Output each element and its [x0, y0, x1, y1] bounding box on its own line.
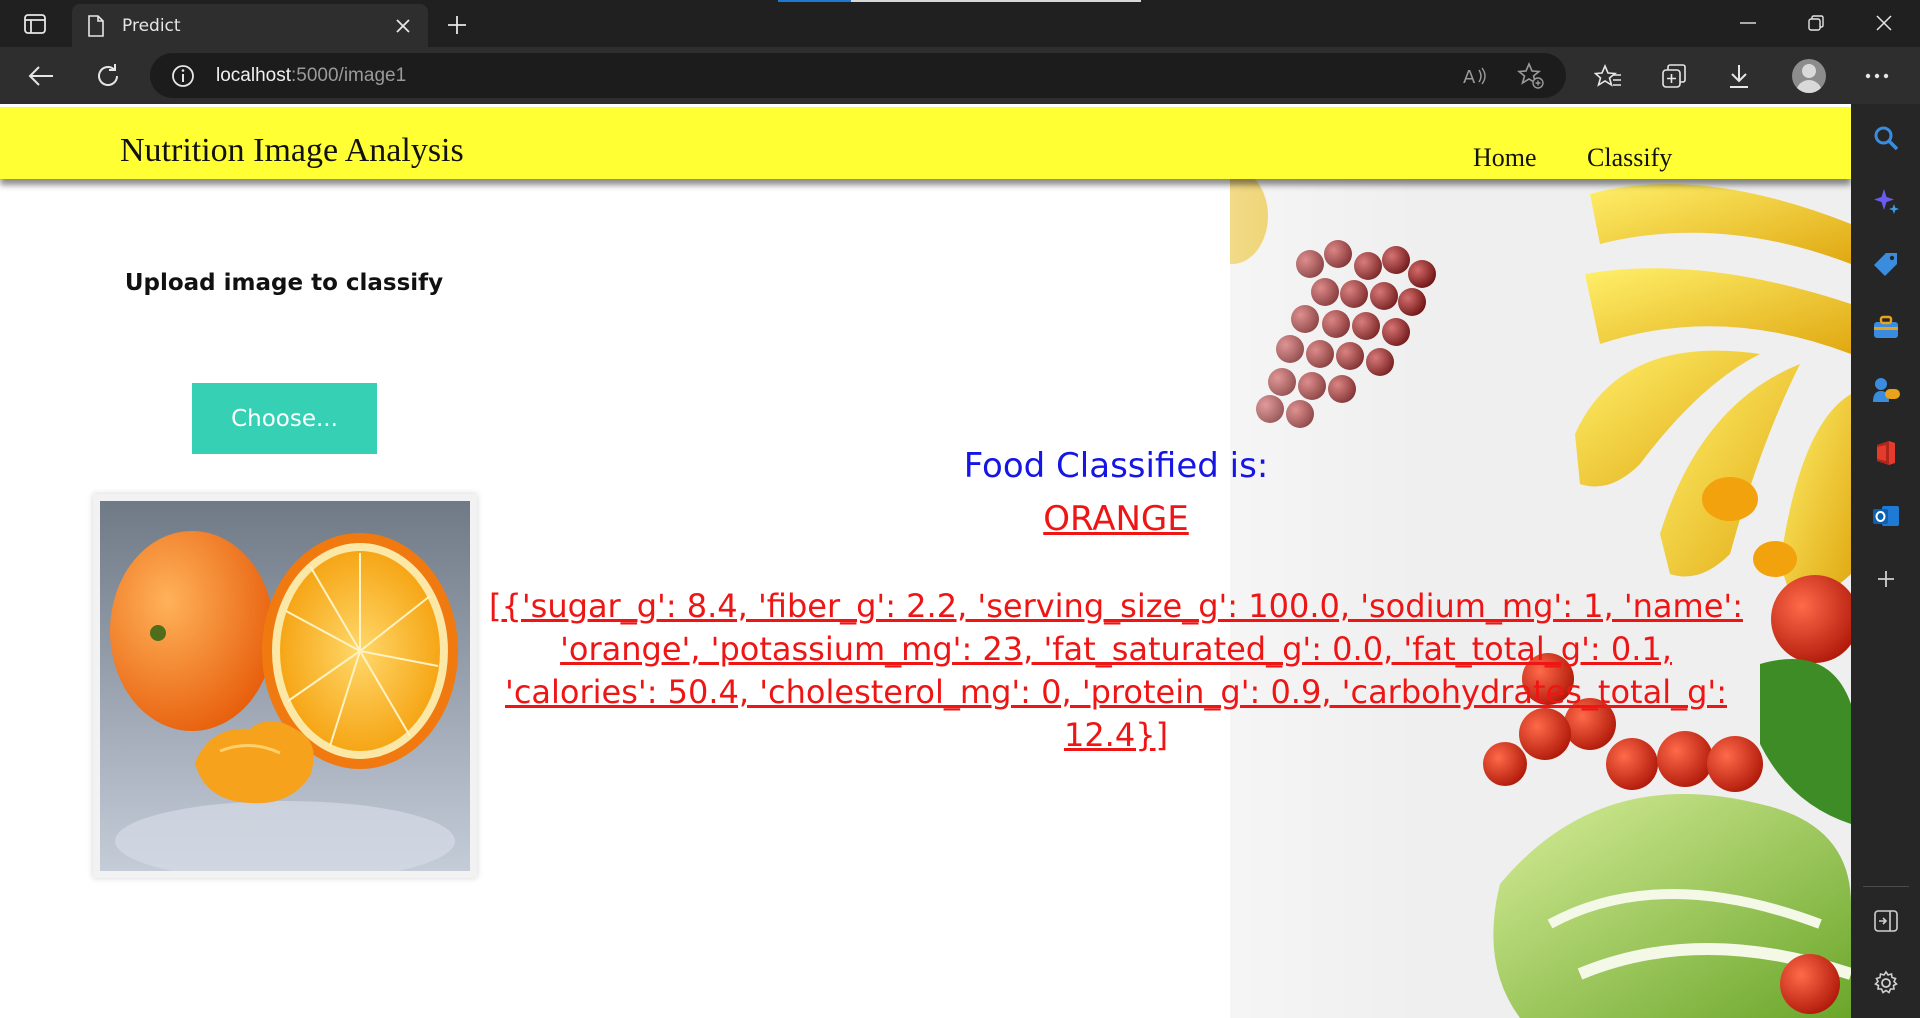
read-aloud-icon[interactable]: A	[1460, 61, 1490, 91]
restore-icon[interactable]	[1796, 8, 1836, 38]
collections-icon[interactable]	[1656, 58, 1692, 94]
add-favorite-icon[interactable]	[1516, 61, 1546, 91]
svg-text:A: A	[1463, 67, 1476, 87]
refresh-icon[interactable]	[90, 58, 126, 94]
nav-home-link[interactable]: Home	[1473, 143, 1537, 173]
page-load-progress	[778, 0, 1141, 2]
avatar-icon	[1792, 59, 1826, 93]
back-icon[interactable]	[23, 58, 59, 94]
orange-photo	[100, 501, 470, 871]
classification-result: Food Classified is: ORANGE [{'sugar_g': …	[480, 439, 1752, 757]
nav-classify-link[interactable]: Classify	[1587, 143, 1672, 173]
site-info-icon[interactable]	[170, 63, 196, 89]
tools-icon[interactable]	[1868, 309, 1904, 345]
uploaded-image-preview	[93, 494, 477, 878]
outlook-icon[interactable]	[1868, 498, 1904, 534]
browser-titlebar: Predict	[0, 0, 1920, 47]
copilot-icon[interactable]	[1868, 183, 1904, 219]
url-host: localhost	[216, 64, 291, 86]
more-options-icon[interactable]	[1859, 58, 1895, 94]
tab-actions-icon[interactable]	[18, 10, 52, 38]
result-food-name: ORANGE	[1043, 499, 1189, 539]
site-title: Nutrition Image Analysis	[120, 132, 464, 169]
add-icon[interactable]	[1868, 561, 1904, 597]
settings-icon[interactable]	[1868, 965, 1904, 1001]
page-load-progress-fill	[778, 0, 851, 2]
site-header: Nutrition Image Analysis Home Classify	[0, 107, 1851, 179]
new-tab-icon[interactable]	[442, 10, 472, 40]
nutrition-data: [{'sugar_g': 8.4, 'fiber_g': 2.2, 'servi…	[489, 587, 1743, 754]
page-viewport: Nutrition Image Analysis Home Classify U…	[0, 104, 1851, 1018]
tab-title: Predict	[122, 15, 181, 36]
choose-file-button[interactable]: Choose...	[192, 383, 377, 454]
shopping-tag-icon[interactable]	[1868, 246, 1904, 282]
url-path: :5000/image1	[291, 64, 407, 86]
browser-tab-active[interactable]: Predict	[72, 4, 428, 47]
address-bar[interactable]: localhost:5000/image1 A	[150, 53, 1566, 98]
office-icon[interactable]	[1868, 435, 1904, 471]
result-label: Food Classified is:	[963, 446, 1269, 486]
browser-sidebar	[1851, 104, 1920, 1018]
games-icon[interactable]	[1868, 372, 1904, 408]
close-window-icon[interactable]	[1864, 8, 1904, 38]
profile-avatar[interactable]	[1791, 58, 1827, 94]
upload-heading: Upload image to classify	[124, 270, 444, 296]
page-icon	[84, 14, 108, 38]
search-icon[interactable]	[1868, 120, 1904, 156]
sidebar-collapse-icon[interactable]	[1868, 903, 1904, 939]
browser-toolbar: localhost:5000/image1 A	[0, 47, 1920, 104]
favorites-icon[interactable]	[1590, 58, 1626, 94]
downloads-icon[interactable]	[1721, 58, 1757, 94]
sidebar-divider	[1863, 886, 1909, 887]
minimize-icon[interactable]	[1728, 8, 1768, 38]
close-tab-icon[interactable]	[390, 13, 416, 39]
